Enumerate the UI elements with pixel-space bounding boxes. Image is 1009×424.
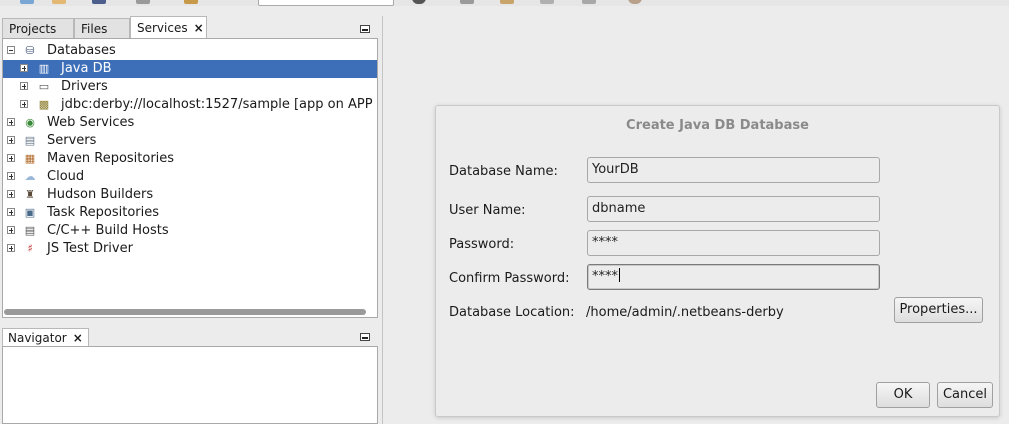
gc-icon[interactable] bbox=[628, 0, 642, 4]
close-icon[interactable]: × bbox=[73, 331, 83, 345]
database-name-label: Database Name: bbox=[449, 164, 558, 179]
tree-item-connection[interactable]: ▩ jdbc:derby://localhost:1527/sample [ap… bbox=[3, 96, 377, 114]
tree-item-servers[interactable]: ▤ Servers bbox=[3, 132, 377, 150]
minimize-icon[interactable] bbox=[360, 333, 370, 341]
tree-item-databases[interactable]: ⛁ Databases bbox=[3, 42, 377, 60]
java-db-icon: ▥ bbox=[38, 62, 50, 75]
services-tabbar: Projects Files Services × bbox=[0, 16, 380, 38]
step-icon[interactable] bbox=[540, 0, 554, 4]
open-project-icon[interactable] bbox=[52, 0, 66, 4]
new-file-icon[interactable] bbox=[20, 0, 34, 4]
expand-icon[interactable] bbox=[7, 118, 15, 126]
services-tree: ⛁ Databases ▥ Java DB ▭ Drivers ▩ jdbc:d… bbox=[2, 38, 378, 318]
folder-icon: ▭ bbox=[38, 80, 50, 93]
hudson-icon: ♜ bbox=[25, 188, 35, 201]
user-name-label: User Name: bbox=[449, 203, 526, 218]
servers-icon: ▤ bbox=[24, 134, 36, 147]
database-location-value: /home/admin/.netbeans-derby bbox=[586, 305, 784, 320]
search-box[interactable] bbox=[258, 0, 394, 6]
ok-button[interactable]: OK bbox=[876, 382, 930, 408]
clean-build-icon[interactable] bbox=[184, 0, 198, 4]
confirm-password-field[interactable]: **** bbox=[587, 264, 880, 290]
tab-services[interactable]: Services × bbox=[130, 16, 207, 38]
close-icon[interactable]: × bbox=[194, 21, 204, 35]
expand-icon[interactable] bbox=[7, 208, 15, 216]
tree-item-maven-repositories[interactable]: ▦ Maven Repositories bbox=[3, 150, 377, 168]
connection-icon: ▩ bbox=[38, 98, 50, 111]
expand-icon[interactable] bbox=[7, 154, 15, 162]
tab-files[interactable]: Files bbox=[74, 18, 130, 38]
minimize-icon[interactable] bbox=[360, 25, 370, 33]
collapse-icon[interactable] bbox=[7, 46, 15, 54]
password-field[interactable]: **** bbox=[587, 230, 880, 256]
dialog-title: Create Java DB Database bbox=[626, 118, 809, 133]
expand-icon[interactable] bbox=[7, 190, 15, 198]
horizontal-scrollbar[interactable] bbox=[4, 309, 366, 315]
tab-navigator[interactable]: Navigator × bbox=[2, 328, 89, 346]
create-database-dialog: Create Java DB Database Database Name: Y… bbox=[435, 105, 1000, 417]
build-hosts-icon: ▤ bbox=[24, 224, 36, 237]
tree-item-task-repositories[interactable]: ▣ Task Repositories bbox=[3, 204, 377, 222]
cloud-icon: ☁ bbox=[24, 170, 36, 183]
tree-item-build-hosts[interactable]: ▤ C/C++ Build Hosts bbox=[3, 222, 377, 240]
confirm-password-value: **** bbox=[592, 269, 618, 284]
tree-item-java-db[interactable]: ▥ Java DB bbox=[3, 60, 377, 78]
js-test-driver-icon: ♯ bbox=[27, 242, 33, 255]
confirm-password-label: Confirm Password: bbox=[449, 271, 570, 286]
web-services-icon: ◉ bbox=[25, 116, 35, 129]
tab-projects[interactable]: Projects bbox=[2, 18, 74, 38]
properties-button[interactable]: Properties... bbox=[894, 297, 983, 323]
task-repositories-icon: ▣ bbox=[24, 206, 36, 219]
database-name-field[interactable]: YourDB bbox=[587, 157, 880, 183]
tree-item-hudson-builders[interactable]: ♜ Hudson Builders bbox=[3, 186, 377, 204]
expand-icon[interactable] bbox=[20, 100, 28, 108]
text-caret bbox=[619, 268, 620, 282]
cancel-button[interactable]: Cancel bbox=[937, 382, 993, 408]
save-all-icon[interactable] bbox=[92, 0, 106, 4]
expand-icon[interactable] bbox=[7, 136, 15, 144]
undo-icon[interactable] bbox=[136, 0, 150, 4]
navigator-panel bbox=[2, 346, 378, 424]
main-toolbar bbox=[0, 0, 1009, 6]
password-label: Password: bbox=[449, 237, 515, 252]
expand-icon[interactable] bbox=[7, 244, 15, 252]
profile-icon[interactable] bbox=[500, 0, 514, 4]
expand-icon[interactable] bbox=[7, 172, 15, 180]
apply-changes-icon[interactable] bbox=[582, 0, 596, 4]
run-icon[interactable] bbox=[412, 0, 426, 4]
tree-item-web-services[interactable]: ◉ Web Services bbox=[3, 114, 377, 132]
maven-icon: ▦ bbox=[24, 152, 36, 165]
tree-item-drivers[interactable]: ▭ Drivers bbox=[3, 78, 377, 96]
navigator-tabbar: Navigator × bbox=[0, 328, 380, 346]
user-name-field[interactable]: dbname bbox=[587, 196, 880, 222]
tree-item-js-test-driver[interactable]: ♯ JS Test Driver bbox=[3, 240, 377, 258]
expand-icon[interactable] bbox=[20, 82, 28, 90]
expand-icon[interactable] bbox=[20, 64, 28, 72]
database-icon: ⛁ bbox=[25, 44, 35, 57]
debug-icon[interactable] bbox=[460, 0, 474, 4]
expand-icon[interactable] bbox=[7, 226, 15, 234]
tree-item-cloud[interactable]: ☁ Cloud bbox=[3, 168, 377, 186]
database-location-label: Database Location: bbox=[449, 305, 575, 320]
